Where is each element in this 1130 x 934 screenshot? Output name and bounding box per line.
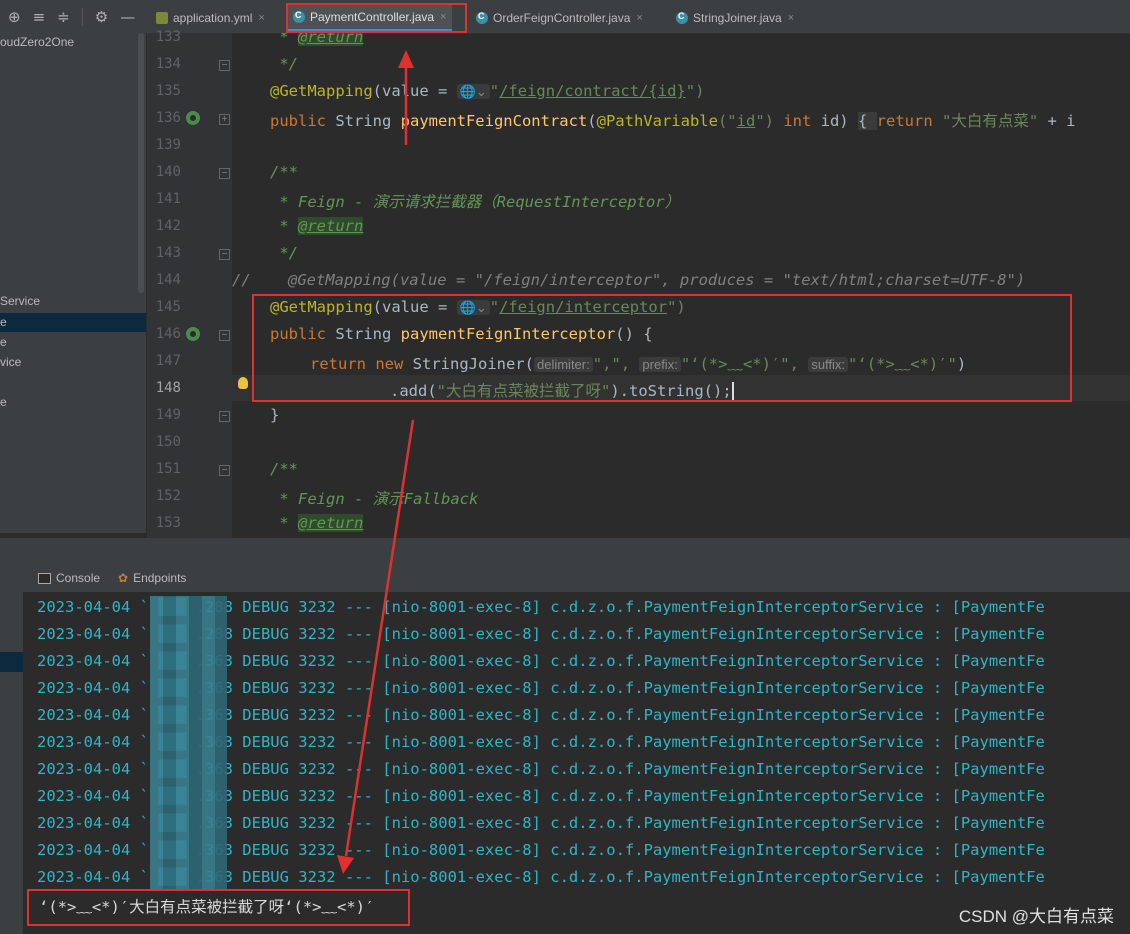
code-line-134: */ xyxy=(270,55,298,73)
line-number: 149 xyxy=(155,407,181,423)
line-number: 141 xyxy=(155,191,181,207)
line-number: 144 xyxy=(155,272,181,288)
code-line-144: // @GetMapping(value = "/feign/intercept… xyxy=(232,271,1026,289)
console-icon xyxy=(38,572,51,584)
watermark: CSDN @大白有点菜 xyxy=(958,907,1114,926)
tab-label: OrderFeignController.java xyxy=(493,11,631,25)
tab-label: StringJoiner.java xyxy=(693,11,782,25)
run-panel-tabs: Console ✿ Endpoints xyxy=(0,566,1130,593)
sidebar-item[interactable]: Service xyxy=(0,294,40,308)
close-icon[interactable]: × xyxy=(788,12,794,24)
line-number: 152 xyxy=(155,488,181,504)
sidebar-scrollbar[interactable] xyxy=(138,33,144,293)
tab-console[interactable]: Console xyxy=(38,571,100,585)
line-number: 150 xyxy=(155,434,181,450)
line-number: 134 xyxy=(155,56,181,72)
code-editor[interactable]: * @return */ @GetMapping(value = 🌐⌄ "/fei… xyxy=(232,33,1130,538)
line-number: 135 xyxy=(155,83,181,99)
class-icon xyxy=(676,11,688,24)
code-line-133: * @return xyxy=(270,33,364,46)
code-line-152: * Feign - 演示Fallback xyxy=(270,490,479,508)
sidebar-item[interactable]: e xyxy=(0,335,7,349)
console-toolbar-selection[interactable] xyxy=(0,652,23,672)
locate-icon[interactable]: ⊕ xyxy=(8,8,21,26)
line-number: 143 xyxy=(155,245,181,261)
sidebar-item[interactable]: e xyxy=(0,395,7,409)
expand-all-icon[interactable]: ≑ xyxy=(57,8,70,26)
globe-icon: 🌐⌄ xyxy=(456,84,490,99)
endpoints-icon: ✿ xyxy=(118,571,129,585)
tab-label: application.yml xyxy=(173,11,253,25)
code-line-135: @GetMapping(value = 🌐⌄ "/feign/contract/{… xyxy=(270,82,705,100)
code-line-151: /** xyxy=(270,460,298,478)
console-toolbar xyxy=(0,592,23,934)
code-line-143: */ xyxy=(270,244,298,262)
class-icon xyxy=(476,11,488,24)
close-icon[interactable]: × xyxy=(636,12,642,24)
sidebar-item[interactable]: vice xyxy=(0,355,21,369)
line-number: 153 xyxy=(155,515,181,531)
annotation-box-code xyxy=(252,294,1072,402)
collapse-all-icon[interactable]: ≡ xyxy=(33,8,46,26)
annotation-box-tab xyxy=(286,3,467,33)
project-toolbar: ⊕ ≡ ≑ ⚙ — xyxy=(8,0,135,33)
fold-icon[interactable]: + xyxy=(219,114,230,125)
line-number: 133 xyxy=(155,29,181,45)
code-line-142: * @return xyxy=(270,217,364,235)
code-line-153: * @return xyxy=(270,514,364,532)
tab-string-joiner[interactable]: StringJoiner.java × xyxy=(676,4,794,32)
tab-endpoints-label: Endpoints xyxy=(133,571,187,585)
fold-icon[interactable]: − xyxy=(219,249,230,260)
line-number: 146 xyxy=(155,326,181,342)
line-number: 142 xyxy=(155,218,181,234)
code-line-140: /** xyxy=(270,163,298,181)
annotation-box-output xyxy=(27,889,410,926)
gear-icon[interactable]: ⚙ xyxy=(95,8,108,26)
sidebar-project-name[interactable]: oudZero2One xyxy=(0,35,74,49)
tab-console-label: Console xyxy=(56,571,101,585)
line-number: 151 xyxy=(155,461,181,477)
project-sidebar: oudZero2One Service e e vice e xyxy=(0,33,146,533)
sidebar-item[interactable]: e xyxy=(0,315,7,329)
line-number: 140 xyxy=(155,164,181,180)
line-number: 147 xyxy=(155,353,181,369)
fold-icon[interactable]: − xyxy=(219,168,230,179)
fold-icon[interactable]: − xyxy=(219,60,230,71)
line-number: 136 xyxy=(155,110,181,126)
fold-icon[interactable]: − xyxy=(219,465,230,476)
tab-application-yml[interactable]: application.yml × xyxy=(156,4,265,32)
yaml-file-icon xyxy=(156,12,168,24)
tab-endpoints[interactable]: ✿ Endpoints xyxy=(118,571,186,585)
line-number: 139 xyxy=(155,137,181,153)
toolbar-divider xyxy=(81,7,83,26)
panel-splitter[interactable] xyxy=(0,538,1130,566)
spring-bean-icon[interactable] xyxy=(186,111,200,125)
fold-icon[interactable]: − xyxy=(219,330,230,341)
tab-order-feign-controller[interactable]: OrderFeignController.java × xyxy=(476,4,643,32)
line-number-current: 148 xyxy=(155,380,181,396)
fold-icon[interactable]: − xyxy=(219,411,230,422)
spring-bean-icon[interactable] xyxy=(186,327,200,341)
sidebar-selection xyxy=(0,313,146,332)
redaction-mosaic xyxy=(150,596,227,890)
line-number: 145 xyxy=(155,299,181,315)
code-line-141: * Feign - 演示请求拦截器（RequestInterceptor） xyxy=(270,193,681,211)
close-icon[interactable]: × xyxy=(258,12,264,24)
code-line-149: } xyxy=(270,406,280,424)
minimize-icon[interactable]: — xyxy=(120,8,135,26)
code-line-136: public String paymentFeignContract(@Path… xyxy=(270,112,1076,130)
